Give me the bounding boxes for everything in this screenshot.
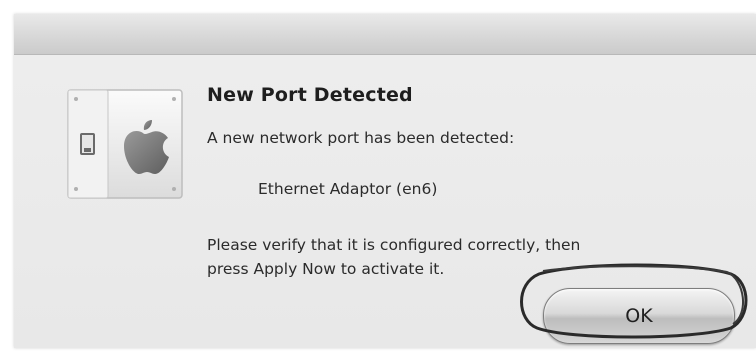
dialog-titlebar[interactable] bbox=[14, 14, 756, 55]
screenshot-canvas: New Port Detected A new network port has… bbox=[0, 0, 756, 363]
port-name: Ethernet Adaptor (en6) bbox=[258, 180, 438, 198]
instruction-line-2: press Apply Now to activate it. bbox=[207, 260, 445, 278]
dialog-message: A new network port has been detected: bbox=[207, 129, 515, 147]
ok-button[interactable]: OK bbox=[543, 288, 735, 344]
instruction-line-1: Please verify that it is configured corr… bbox=[207, 236, 581, 254]
network-port-icon bbox=[64, 86, 188, 204]
dialog-title: New Port Detected bbox=[207, 84, 413, 106]
new-port-dialog: New Port Detected A new network port has… bbox=[14, 14, 756, 348]
